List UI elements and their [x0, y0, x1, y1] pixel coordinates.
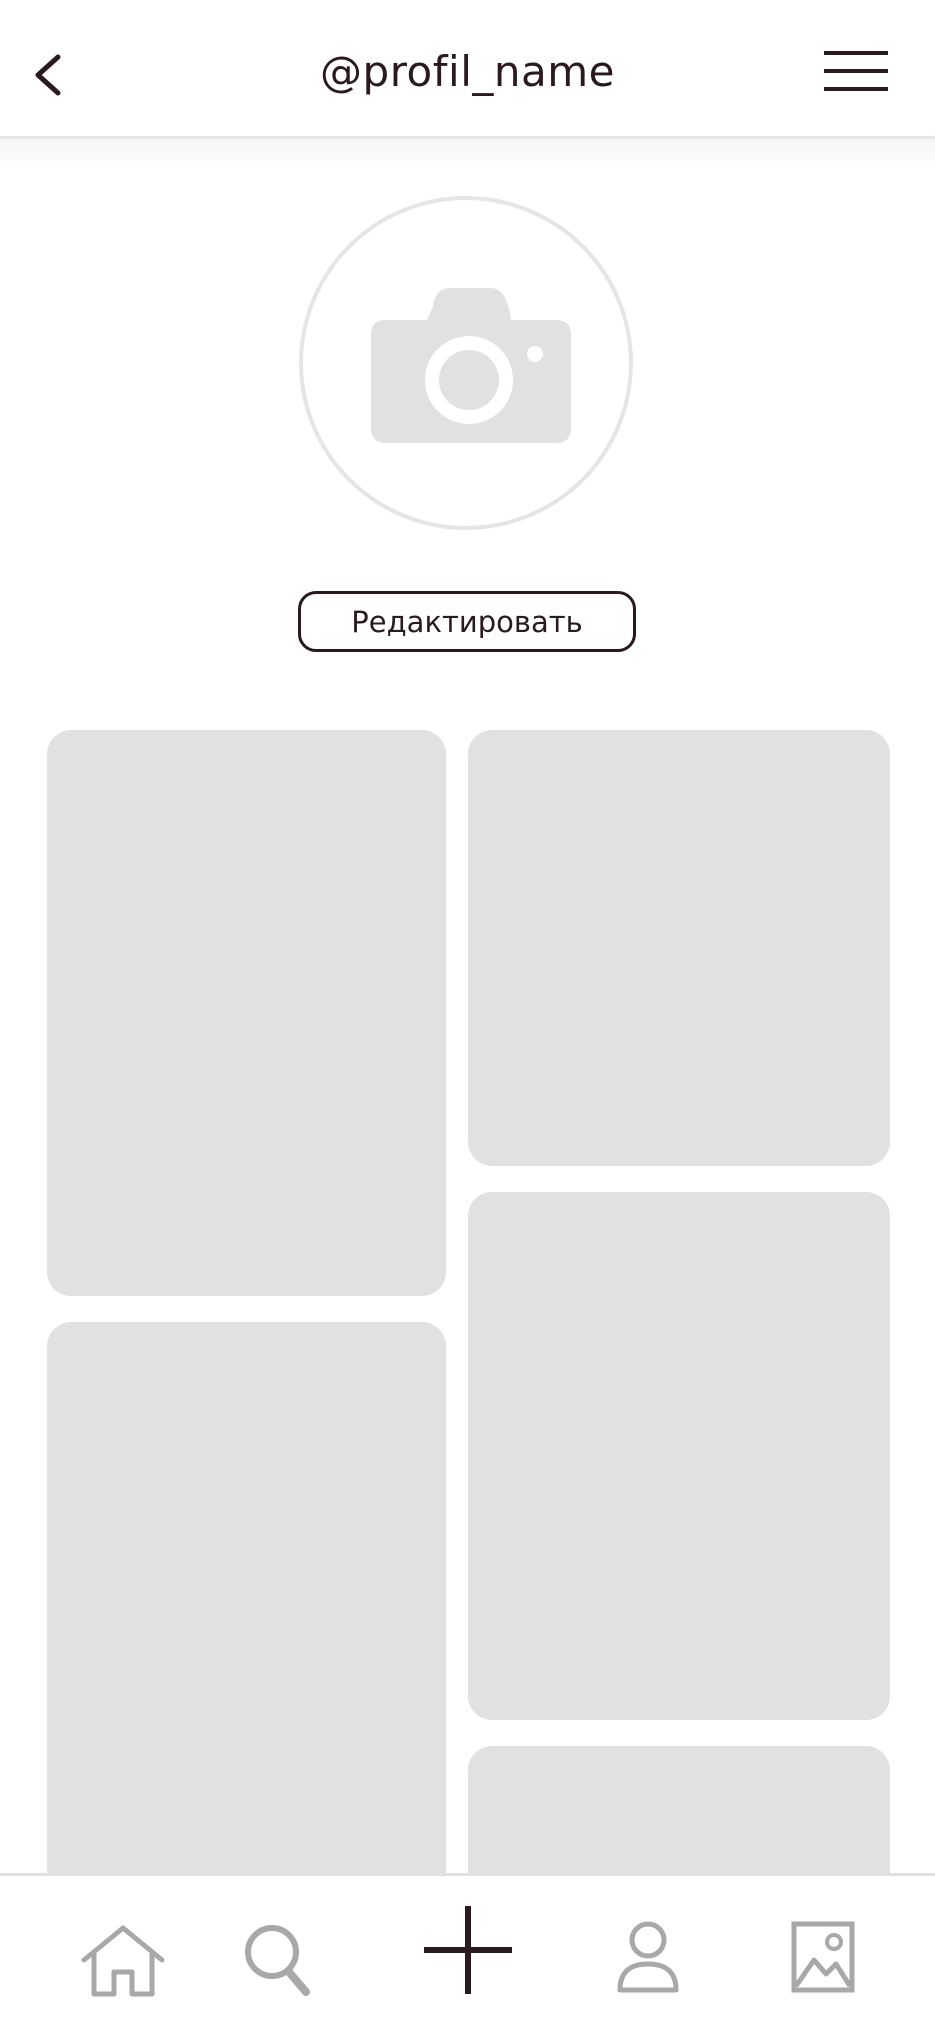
- search-icon: [245, 1925, 310, 1996]
- top-bar: @profil_name: [0, 0, 935, 139]
- nav-profile-button[interactable]: [616, 1920, 680, 1996]
- header-shadow: [0, 139, 935, 167]
- add-icon: [424, 1906, 512, 1994]
- nav-search-button[interactable]: [244, 1922, 310, 1996]
- hamburger-menu-icon: [824, 51, 888, 91]
- profile-icon: [617, 1921, 679, 1993]
- post-tile[interactable]: [468, 730, 890, 1166]
- post-tile[interactable]: [468, 1746, 890, 1886]
- post-tile[interactable]: [468, 1192, 890, 1720]
- avatar-upload[interactable]: [299, 196, 633, 530]
- post-tile[interactable]: [47, 1322, 446, 1882]
- page-title: @profil_name: [320, 47, 615, 96]
- nav-home-button[interactable]: [80, 1924, 166, 1998]
- camera-icon: [371, 288, 571, 443]
- menu-button[interactable]: [822, 48, 890, 94]
- gallery-icon: [791, 1921, 855, 1993]
- nav-add-button[interactable]: [424, 1904, 512, 1996]
- post-tile[interactable]: [47, 730, 446, 1296]
- edit-profile-button[interactable]: Редактировать: [298, 591, 636, 652]
- home-icon: [81, 1925, 165, 1997]
- nav-gallery-button[interactable]: [790, 1920, 856, 1994]
- bottom-nav: [0, 1873, 935, 2026]
